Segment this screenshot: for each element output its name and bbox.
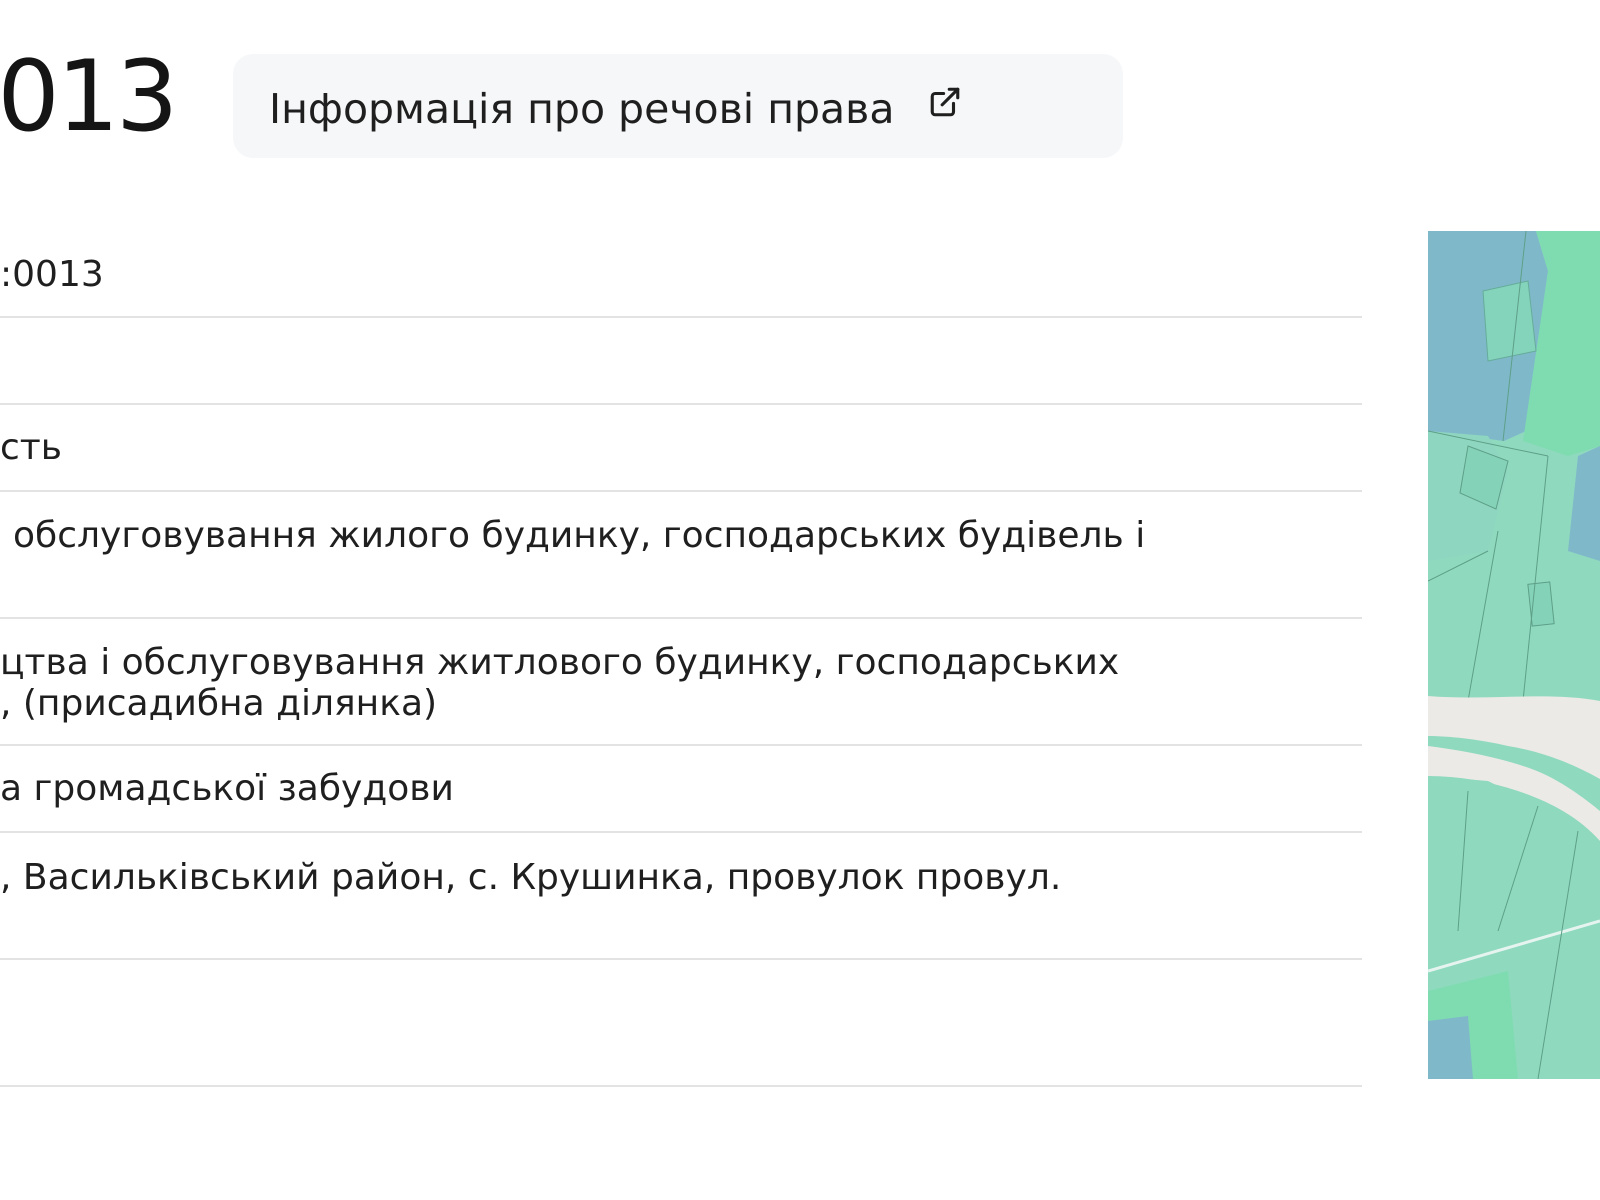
detail-row-ownership: сть xyxy=(0,405,1362,492)
detail-value: :0013 xyxy=(0,254,104,295)
detail-row-usage: цтва і обслуговування житлового будинку,… xyxy=(0,619,1362,746)
detail-value: сть xyxy=(0,427,62,468)
page-title: 0013 xyxy=(0,40,178,154)
detail-row-purpose: обслуговування жилого будинку, господарс… xyxy=(0,492,1362,619)
parcel-map[interactable] xyxy=(1428,231,1600,1079)
rights-info-button[interactable]: Інформація про речові права xyxy=(233,54,1123,158)
detail-row xyxy=(0,960,1362,1087)
external-link-icon xyxy=(928,85,962,119)
detail-value: обслуговування жилого будинку, господарс… xyxy=(13,515,1146,556)
detail-row-cadastral-number: :0013 xyxy=(0,240,1362,318)
detail-value: а громадської забудови xyxy=(0,768,454,809)
detail-value: цтва і обслуговування житлового будинку,… xyxy=(0,642,1120,683)
detail-row-category: а громадської забудови xyxy=(0,746,1362,833)
detail-value: , Васильківський район, с. Крушинка, про… xyxy=(0,857,1062,898)
detail-row xyxy=(0,318,1362,405)
detail-row-address: , Васильківський район, с. Крушинка, про… xyxy=(0,833,1362,960)
rights-info-button-label: Інформація про речові права xyxy=(269,85,895,133)
detail-value-line-2: , (присадибна ділянка) xyxy=(0,683,438,724)
